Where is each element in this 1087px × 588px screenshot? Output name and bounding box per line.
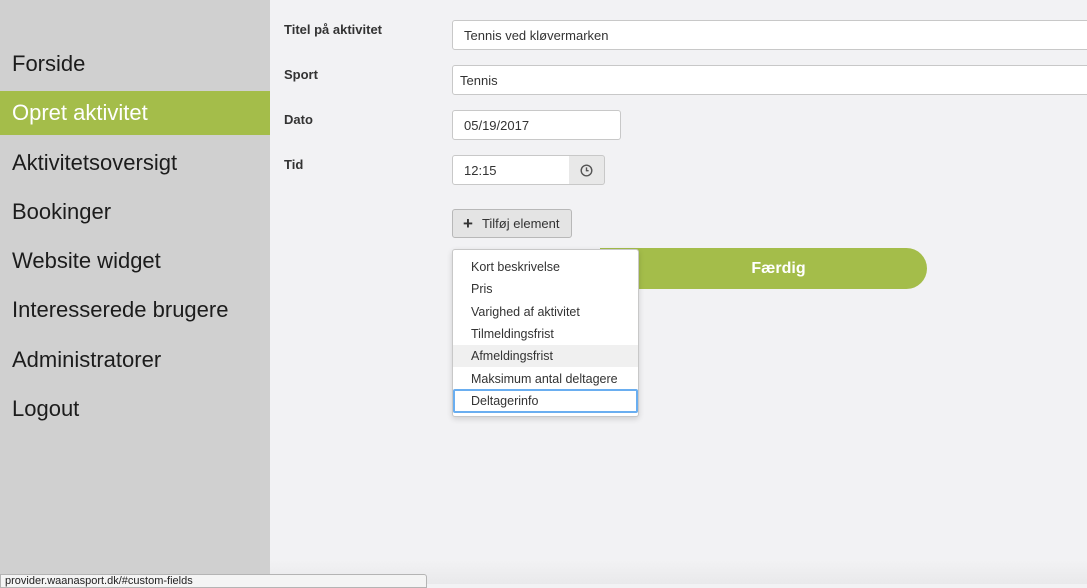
sidebar-item-logout[interactable]: Logout [0,387,270,431]
sport-select[interactable]: Tennis [452,65,1087,95]
clock-icon [580,163,593,177]
dropdown-option-varighed[interactable]: Varighed af aktivitet [453,301,638,323]
sidebar-item-forside[interactable]: Forside [0,42,270,86]
sidebar-item-aktivitetsoversigt[interactable]: Aktivitetsoversigt [0,141,270,185]
done-button-label: Færdig [751,259,806,277]
done-button[interactable]: Færdig [600,248,927,289]
sidebar-item-label: Aktivitetsoversigt [12,150,178,175]
title-label: Titel på aktivitet [284,22,383,37]
dropdown-option-maksimum-deltagere[interactable]: Maksimum antal deltagere [453,368,638,390]
add-element-label: Tilføj element [481,216,560,231]
time-label: Tid [284,157,304,172]
sport-label: Sport [284,67,318,82]
dropdown-option-kort-beskrivelse[interactable]: Kort beskrivelse [453,256,638,278]
element-dropdown: Kort beskrivelse Pris Varighed af aktivi… [452,249,639,417]
add-element-button[interactable]: + Tilføj element [452,209,572,238]
sidebar-item-administratorer[interactable]: Administratorer [0,338,270,382]
sidebar-item-label: Website widget [12,248,161,273]
sidebar-item-label: Administratorer [12,347,162,372]
sidebar-item-label: Logout [12,396,80,421]
plus-icon: + [463,214,473,233]
sidebar-item-label: Opret aktivitet [12,100,148,125]
title-input[interactable]: Tennis ved kløvermarken [452,20,1087,50]
sidebar-item-opret-aktivitet[interactable]: Opret aktivitet [0,91,270,135]
browser-status-bar: provider.waanasport.dk/#custom-fields [0,574,427,588]
date-label: Dato [284,112,313,127]
dropdown-option-pris[interactable]: Pris [453,278,638,300]
time-input[interactable]: 12:15 [452,155,570,185]
dropdown-option-deltagerinfo[interactable]: Deltagerinfo [453,389,638,413]
sidebar-item-label: Bookinger [12,199,112,224]
sidebar-item-label: Interesserede brugere [12,297,229,322]
sidebar-item-website-widget[interactable]: Website widget [0,239,270,283]
sidebar-item-interesserede-brugere[interactable]: Interesserede brugere [0,288,270,332]
dropdown-option-tilmeldingsfrist[interactable]: Tilmeldingsfrist [453,323,638,345]
time-picker-button[interactable] [569,155,605,185]
main-content: Titel på aktivitet Tennis ved kløvermark… [270,0,1087,584]
dropdown-option-afmeldingsfrist[interactable]: Afmeldingsfrist [453,345,638,367]
date-input[interactable]: 05/19/2017 [452,110,621,140]
sidebar-item-label: Forside [12,51,86,76]
sidebar: Forside Opret aktivitet Aktivitetsoversi… [0,0,270,584]
sidebar-item-bookinger[interactable]: Bookinger [0,190,270,234]
